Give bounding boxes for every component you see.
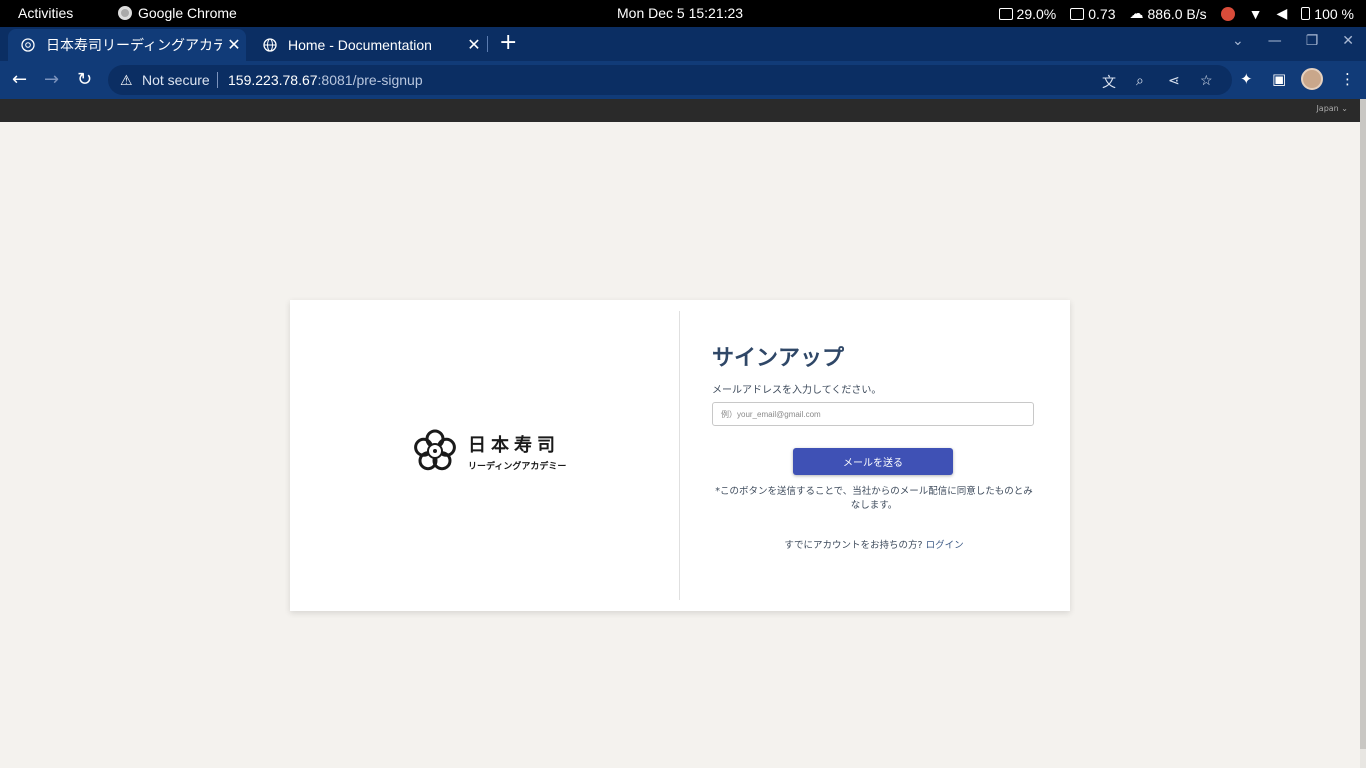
network-indicator[interactable]: ☁ 886.0 B/s [1130, 5, 1207, 22]
login-prompt-row: すでにアカウントをお持ちの方? ログイン [712, 537, 1036, 551]
load-indicator[interactable]: 0.73 [1070, 5, 1116, 22]
profile-avatar[interactable] [1301, 68, 1323, 90]
battery-indicator[interactable]: 100 % [1301, 6, 1354, 22]
consent-notice: *このボタンを送信することで、当社からのメール配信に同意したものとみなします。 [715, 486, 1033, 511]
clock[interactable]: Mon Dec 5 15:21:23 [617, 5, 743, 21]
omnibox-separator [217, 72, 218, 88]
back-arrow-icon[interactable]: ← [12, 70, 27, 90]
url-path: :8081/pre-signup [317, 72, 423, 88]
email-field[interactable] [712, 402, 1034, 426]
battery-icon [1301, 7, 1311, 20]
tab-title: 日本寿司リーディングアカデミー [46, 37, 222, 53]
close-window-icon[interactable]: ✕ [1342, 33, 1354, 49]
card-divider [679, 311, 680, 600]
url-text[interactable]: 159.223.78.67:8081/pre-signup [228, 72, 423, 88]
volume-icon[interactable]: ◀ [1277, 5, 1288, 22]
plum-blossom-logo-icon [414, 429, 456, 471]
academy-logo: 日本寿司 リーディングアカデミー [412, 428, 566, 474]
reload-icon[interactable]: ↻ [77, 70, 92, 90]
cpu-indicator[interactable]: 29.0% [998, 5, 1057, 22]
email-label: メールアドレスを入力してください。 [712, 385, 882, 396]
cpu-value: 29.0% [1016, 5, 1057, 22]
zoom-out-icon[interactable]: ⌕ [1136, 72, 1144, 89]
side-panel-icon[interactable]: ▣ [1272, 70, 1286, 88]
logo-sub-text: リーディングアカデミー [468, 461, 567, 472]
tab-title: Home - Documentation [288, 37, 432, 53]
tab-close-icon[interactable]: ✕ [462, 35, 486, 55]
kebab-menu-icon[interactable]: ⋮ [1340, 70, 1355, 88]
globe-icon [262, 37, 278, 53]
wifi-icon[interactable]: ▼ [1249, 6, 1263, 22]
system-tray: 29.0% 0.73 ☁ 886.0 B/s ▼ ◀ 100 % [998, 5, 1354, 22]
share-icon[interactable]: ⋖ [1168, 72, 1180, 89]
tab-sushi-academy[interactable]: 日本寿司リーディングアカデミー ✕ [8, 29, 246, 61]
chevron-down-icon: ⌄ [1341, 104, 1348, 113]
site-header-bar: Japan ⌄ [0, 99, 1366, 122]
language-selector[interactable]: Japan ⌄ [1316, 104, 1348, 113]
address-bar[interactable]: ⚠ Not secure 159.223.78.67:8081/pre-sign… [108, 65, 1232, 95]
send-email-button[interactable]: メールを送る [793, 448, 953, 475]
extensions-puzzle-icon[interactable]: ✦ [1240, 70, 1253, 88]
forward-arrow-icon[interactable]: → [44, 70, 59, 90]
url-host: 159.223.78.67 [228, 72, 318, 88]
language-label: Japan [1316, 104, 1339, 113]
tab-strip: 日本寿司リーディングアカデミー ✕ Home - Documentation ✕ [0, 27, 1366, 61]
login-prompt: すでにアカウントをお持ちの方? [784, 540, 923, 551]
cpu-icon [998, 7, 1013, 20]
tab-documentation[interactable]: Home - Documentation ✕ [250, 29, 486, 61]
app-menu[interactable]: Google Chrome [118, 5, 237, 21]
new-tab-button[interactable]: + [499, 30, 517, 55]
monitor-icon [1070, 7, 1085, 20]
tab-separator [487, 36, 488, 52]
load-value: 0.73 [1088, 5, 1116, 22]
cloud-upload-icon: ☁ [1129, 5, 1144, 21]
page-scrollbar[interactable] [1360, 99, 1366, 768]
tab-search-icon[interactable]: ⌄ [1232, 33, 1244, 49]
maximize-icon[interactable]: ❐ [1306, 33, 1319, 49]
warning-triangle-icon[interactable]: ⚠ [120, 72, 133, 89]
tab-close-icon[interactable]: ✕ [222, 35, 246, 55]
logo-main-text: 日本寿司 [468, 434, 560, 456]
minimize-icon[interactable]: — [1268, 33, 1282, 49]
translate-icon[interactable]: 文 [1102, 72, 1116, 92]
notification-app-icon[interactable] [1220, 6, 1235, 21]
network-value: 886.0 B/s [1147, 5, 1207, 22]
security-status[interactable]: Not secure [142, 72, 210, 88]
browser-toolbar: ← → ↻ ⚠ Not secure 159.223.78.67:8081/pr… [0, 61, 1366, 99]
system-top-bar: Activities Google Chrome Mon Dec 5 15:21… [0, 0, 1366, 27]
chrome-icon [118, 6, 132, 20]
battery-value: 100 % [1314, 5, 1354, 22]
activities-button[interactable]: Activities [18, 5, 73, 21]
app-name: Google Chrome [138, 5, 237, 21]
page-title: サインアップ [712, 346, 845, 371]
logo-text: 日本寿司 リーディングアカデミー [468, 431, 566, 472]
sushi-favicon-icon [20, 37, 36, 53]
scrollbar-thumb[interactable] [1360, 99, 1366, 749]
window-controls: ⌄ — ❐ ✕ [1232, 33, 1354, 49]
login-link[interactable]: ログイン [926, 540, 964, 551]
signup-card: 日本寿司 リーディングアカデミー サインアップ メールアドレスを入力してください… [290, 300, 1070, 611]
bookmark-star-icon[interactable]: ☆ [1200, 72, 1213, 89]
